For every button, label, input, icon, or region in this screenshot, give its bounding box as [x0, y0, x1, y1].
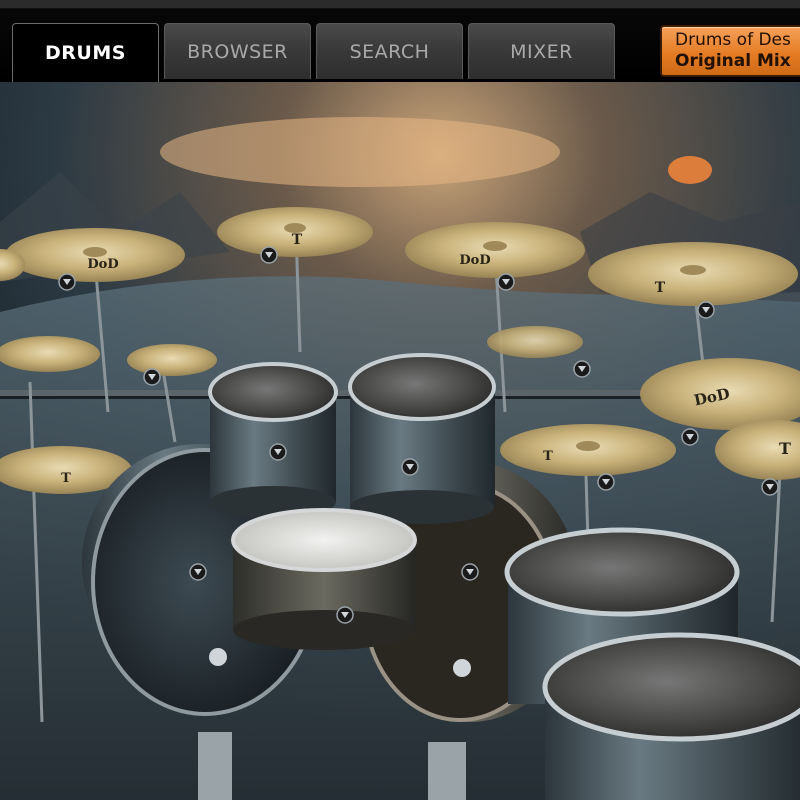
- drum-kit-illustration: DoD T DoD T DoD T T T: [0, 82, 800, 800]
- triangle-down-icon[interactable]: [461, 563, 479, 581]
- ember-glow: [668, 156, 712, 184]
- header-bar: DRUMS BROWSER SEARCH MIXER Drums of Des …: [0, 9, 800, 82]
- tab-search-label: SEARCH: [349, 40, 430, 63]
- cymbal-logo: T: [292, 232, 303, 248]
- tab-browser[interactable]: BROWSER: [164, 23, 311, 79]
- triangle-down-icon[interactable]: [697, 301, 715, 319]
- cymbal-ride-top[interactable]: T: [217, 207, 373, 257]
- tab-mixer[interactable]: MIXER: [468, 23, 615, 79]
- cymbal-splash-left2[interactable]: [127, 344, 217, 376]
- tab-browser-label: BROWSER: [187, 40, 288, 63]
- triangle-down-icon[interactable]: [497, 273, 515, 291]
- preset-selector[interactable]: Drums of Des Original Mix: [660, 25, 800, 77]
- rack-tom-2[interactable]: [348, 353, 496, 524]
- cymbal-logo: T: [543, 449, 553, 464]
- cymbal-crash-center[interactable]: DoD: [405, 222, 585, 278]
- triangle-down-icon[interactable]: [143, 368, 161, 386]
- cymbal-hihat[interactable]: T: [500, 424, 676, 476]
- triangle-down-icon[interactable]: [597, 473, 615, 491]
- triangle-down-icon[interactable]: [401, 458, 419, 476]
- cymbal-crash-left[interactable]: DoD: [5, 228, 185, 282]
- triangle-down-icon[interactable]: [189, 563, 207, 581]
- triangle-down-icon[interactable]: [336, 606, 354, 624]
- cymbal-logo: T: [61, 471, 71, 486]
- tab-mixer-label: MIXER: [510, 40, 573, 63]
- triangle-down-icon[interactable]: [761, 478, 779, 496]
- cymbal-logo: DoD: [87, 257, 118, 272]
- cymbal-splash-center[interactable]: [487, 326, 583, 358]
- triangle-down-icon[interactable]: [269, 443, 287, 461]
- floor-tom-2[interactable]: [542, 632, 800, 800]
- preset-name: Drums of Des: [675, 30, 791, 50]
- window-top-strip: [0, 0, 800, 9]
- triangle-down-icon[interactable]: [681, 428, 699, 446]
- tab-drums[interactable]: DRUMS: [12, 23, 159, 82]
- cymbal-logo: T: [655, 280, 666, 296]
- light-glow: [160, 117, 560, 187]
- snare-drum[interactable]: [231, 508, 417, 650]
- cymbal-crash-right[interactable]: T: [588, 242, 798, 306]
- tab-drums-label: DRUMS: [45, 42, 126, 64]
- cymbal-logo: T: [779, 439, 791, 458]
- triangle-down-icon[interactable]: [573, 360, 591, 378]
- drum-kit-view: DoD T DoD T DoD T T T: [0, 82, 800, 800]
- drum-sampler-app: DRUMS BROWSER SEARCH MIXER Drums of Des …: [0, 0, 800, 800]
- cymbal-splash-left[interactable]: [0, 336, 100, 372]
- triangle-down-icon[interactable]: [260, 246, 278, 264]
- rack-tom-1[interactable]: [208, 362, 338, 518]
- tab-search[interactable]: SEARCH: [316, 23, 463, 79]
- cymbal-logo: DoD: [459, 253, 490, 268]
- triangle-down-icon[interactable]: [58, 273, 76, 291]
- preset-mix: Original Mix: [675, 51, 791, 71]
